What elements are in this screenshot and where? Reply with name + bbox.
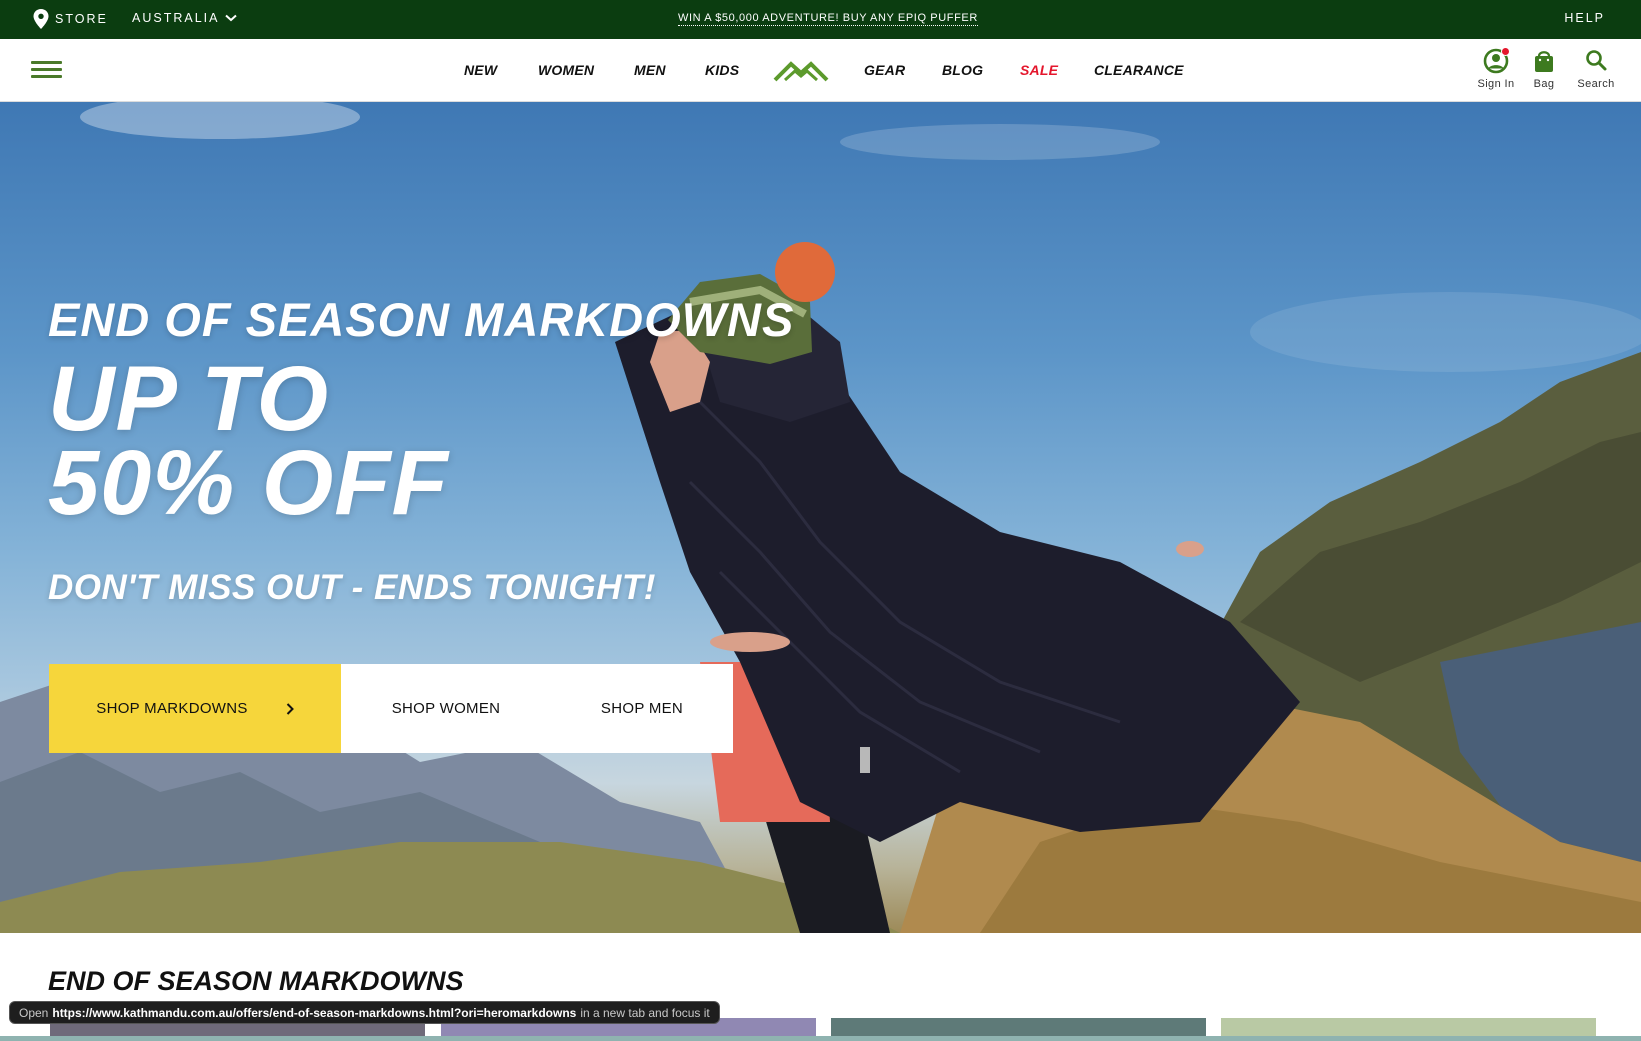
status-url: https://www.kathmandu.com.au/offers/end-… [52,1005,577,1020]
nav-item-kids[interactable]: KIDS [705,62,739,78]
hero-title: END OF SEASON MARKDOWNS [48,293,795,346]
nav-item-new[interactable]: NEW [464,62,497,78]
chevron-down-icon [225,14,238,22]
hero-headline: UP TO 50% OFF [48,348,568,534]
nav-item-women[interactable]: WOMEN [538,62,594,78]
hero-headline-line2: 50% OFF [48,432,449,534]
store-locator-link[interactable]: STORE [33,9,108,29]
hero-cta-group: SHOP MARKDOWNS SHOP WOMEN SHOP MEN [49,664,733,753]
main-header: NEW WOMEN MEN KIDS GEAR BLOG SALE CLEARA… [0,39,1641,102]
link-status-tooltip: Open https://www.kathmandu.com.au/offers… [9,1001,720,1024]
location-pin-icon [33,9,49,29]
chevron-right-icon [286,702,294,715]
search-icon [1582,47,1610,75]
status-suffix: in a new tab and focus it [580,1005,710,1020]
status-prefix: Open [19,1005,49,1020]
promo-banner-link[interactable]: WIN A $50,000 ADVENTURE! BUY ANY EPIQ PU… [678,12,978,26]
user-icon [1482,47,1510,75]
shop-markdowns-button[interactable]: SHOP MARKDOWNS [49,664,341,753]
hero-banner[interactable]: END OF SEASON MARKDOWNS UP TO 50% OFF DO… [0,102,1641,933]
page-bottom-strip [0,1036,1641,1041]
mountain-logo-icon[interactable] [773,59,829,83]
country-selector[interactable]: AUSTRALIA [132,11,238,25]
search-button[interactable]: Search [1574,47,1618,90]
notification-dot [1501,47,1510,56]
nav-item-men[interactable]: MEN [634,62,666,78]
main-nav: NEW WOMEN MEN KIDS GEAR BLOG SALE CLEARA… [0,39,1641,102]
sign-in-button[interactable]: Sign In [1472,47,1520,90]
store-label: STORE [55,12,108,26]
top-utility-bar: STORE AUSTRALIA WIN A $50,000 ADVENTURE!… [0,0,1641,39]
shop-women-button[interactable]: SHOP WOMEN [341,664,551,753]
nav-item-blog[interactable]: BLOG [942,62,983,78]
section-title: END OF SEASON MARKDOWNS [48,966,464,996]
sign-in-label: Sign In [1477,78,1515,90]
bag-icon [1530,47,1558,75]
nav-item-clearance[interactable]: CLEARANCE [1094,62,1184,78]
bag-label: Bag [1533,78,1555,90]
nav-item-sale[interactable]: SALE [1020,62,1058,78]
nav-item-gear[interactable]: GEAR [864,62,905,78]
shop-markdowns-label: SHOP MARKDOWNS [96,700,248,717]
search-label: Search [1577,78,1615,90]
help-link[interactable]: HELP [1564,11,1605,25]
hero-headline-line1: UP TO [48,348,330,450]
country-label: AUSTRALIA [132,11,220,25]
bag-button[interactable]: Bag [1530,47,1558,90]
hero-subtitle: DON'T MISS OUT - ENDS TONIGHT! [48,568,656,607]
shop-men-button[interactable]: SHOP MEN [551,664,733,753]
